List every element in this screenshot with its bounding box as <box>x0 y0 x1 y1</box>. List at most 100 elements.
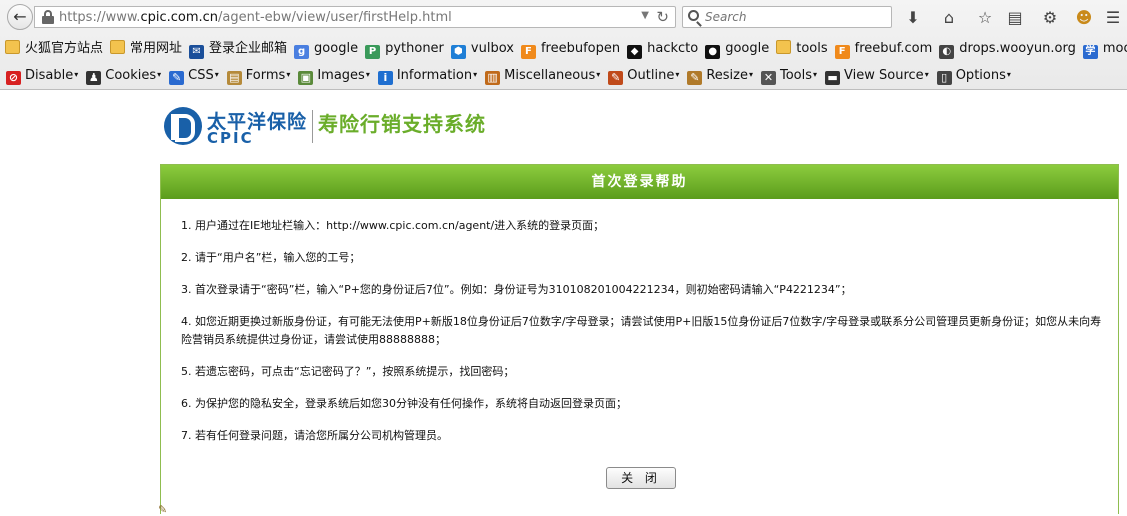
navigation-bar: ← https://www.cpic.com.cn/agent-ebw/view… <box>0 3 1127 31</box>
webdev-menu-0[interactable]: ⊘ Disable▾ <box>4 63 80 87</box>
page-content: 太平洋保险 CPIC 寿险行销支持系统 首次登录帮助 1. 用户通过在IE地址栏… <box>0 91 1127 516</box>
freebuf-icon: F <box>520 45 536 59</box>
wooyun-icon: ◐ <box>939 45 955 59</box>
lock-icon <box>41 10 55 24</box>
webdev-menu-3[interactable]: ▤ Forms▾ <box>225 63 293 87</box>
css-icon: ✎ <box>169 71 185 85</box>
webdev-menu-5[interactable]: i Information▾ <box>376 63 479 87</box>
webdev-menu-7[interactable]: ✎ Outline▾ <box>606 63 681 87</box>
reload-icon[interactable]: ↻ <box>656 8 669 26</box>
bookmark-label: pythoner <box>385 41 444 56</box>
resize-icon: ✎ <box>687 71 703 85</box>
webdev-menu-11[interactable]: ▯ Options▾ <box>935 63 1013 87</box>
bookmark-3[interactable]: g google <box>292 37 360 61</box>
search-box[interactable] <box>682 6 892 28</box>
webdev-menu-label: Miscellaneous <box>504 68 596 83</box>
caret-down-icon: ▾ <box>1006 70 1011 79</box>
download-icon[interactable]: ⬇ <box>902 7 924 29</box>
tools-icon: ✕ <box>761 71 776 85</box>
bookmark-11[interactable]: ◐ drops.wooyun.org <box>937 37 1078 61</box>
bookmark-8[interactable]: ● google <box>703 37 771 61</box>
information-icon: i <box>377 71 393 85</box>
web-developer-toolbar: ⊘ Disable▾ ♟ Cookies▾ ✎ CSS▾ ▤ Forms▾ ▣ Images▾ i I… <box>0 63 1127 87</box>
pencil-icon: ✎ <box>158 503 168 516</box>
google-icon: g <box>294 45 310 59</box>
caret-down-icon: ▾ <box>924 70 929 79</box>
python-icon: P <box>365 45 381 59</box>
help-item-2: 2. 请于“用户名”栏，输入您的工号； <box>181 251 361 264</box>
bookmark-1[interactable]: 常用网址 <box>108 37 184 61</box>
outline-icon: ✎ <box>608 71 624 85</box>
webdev-menu-label: View Source <box>844 68 924 83</box>
images-icon: ▣ <box>298 71 314 85</box>
bookmark-label: 登录企业邮箱 <box>209 41 288 56</box>
bookmark-0[interactable]: 火狐官方站点 <box>3 37 105 61</box>
caret-down-icon: ▾ <box>596 70 601 79</box>
chevron-down-icon[interactable]: ▼ <box>641 10 649 21</box>
bookmark-12[interactable]: 学 mooc <box>1081 37 1127 61</box>
disable-icon: ⊘ <box>6 71 21 85</box>
url-path: /agent-ebw/view/user/firstHelp.html <box>218 10 452 25</box>
bookmark-label: 火狐官方站点 <box>25 41 104 56</box>
menu-icon[interactable]: ☰ <box>1102 7 1124 29</box>
webdev-menu-1[interactable]: ♟ Cookies▾ <box>84 63 163 87</box>
options-icon: ▯ <box>936 71 952 85</box>
gear-icon[interactable]: ⚙ <box>1039 7 1061 29</box>
help-item-3: 3. 首次登录请于“密码”栏，输入“P+您的身份证后7位”。例如：身份证号为31… <box>181 283 852 296</box>
webdev-menu-10[interactable]: ▬ View Source▾ <box>823 63 931 87</box>
url-host: cpic.com.cn <box>140 10 219 25</box>
help-item-6: 6. 为保护您的隐私安全，登录系统后如您30分钟没有任何操作，系统将自动返回登录… <box>181 397 627 410</box>
webdev-menu-9[interactable]: ✕ Tools▾ <box>759 63 819 87</box>
webdev-menu-label: Options <box>955 68 1006 83</box>
bookmark-4[interactable]: Ppythoner <box>363 37 446 61</box>
addon-icon[interactable]: ☻ <box>1073 7 1095 29</box>
webdev-menu-label: Disable <box>25 68 74 83</box>
webdev-menu-8[interactable]: ✎ Resize▾ <box>685 63 755 87</box>
bookmark-label: drops.wooyun.org <box>959 41 1076 56</box>
bookmark-label: mooc <box>1102 41 1127 56</box>
github-icon: ● <box>705 45 721 59</box>
search-icon <box>688 10 699 21</box>
caret-down-icon: ▾ <box>157 70 162 79</box>
caret-down-icon: ▾ <box>748 70 753 79</box>
url-text[interactable]: https://www.cpic.com.cn/agent-ebw/view/u… <box>59 10 452 25</box>
view-source-icon: ▬ <box>825 71 841 85</box>
cpic-logo: 太平洋保险 CPIC 寿险行销支持系统 <box>164 107 564 147</box>
bookmark-label: freebufopen <box>540 41 621 56</box>
star-icon[interactable]: ☆ <box>974 7 996 29</box>
caret-down-icon: ▾ <box>813 70 818 79</box>
bookmark-2[interactable]: ✉ 登录企业邮箱 <box>187 37 289 61</box>
webdev-menu-6[interactable]: ▥ Miscellaneous▾ <box>483 63 602 87</box>
caret-down-icon: ▾ <box>214 70 219 79</box>
hackcto-icon: ◆ <box>627 45 643 59</box>
folder-icon <box>5 40 20 54</box>
webdev-menu-2[interactable]: ✎ CSS▾ <box>167 63 221 87</box>
webdev-menu-label: Tools <box>780 68 813 83</box>
caret-down-icon: ▾ <box>286 70 291 79</box>
mail-icon: ✉ <box>189 45 205 59</box>
bookmark-9[interactable]: tools <box>774 37 829 61</box>
bookmark-7[interactable]: ◆ hackcto <box>625 37 700 61</box>
search-input[interactable] <box>705 9 885 25</box>
help-panel: 首次登录帮助 1. 用户通过在IE地址栏输入：http://www.cpic.c… <box>160 164 1119 514</box>
reader-icon[interactable]: ▤ <box>1004 7 1026 29</box>
home-icon[interactable]: ⌂ <box>938 7 960 29</box>
webdev-menu-4[interactable]: ▣ Images▾ <box>296 63 372 87</box>
caret-down-icon: ▾ <box>365 70 370 79</box>
forms-icon: ▤ <box>226 71 242 85</box>
bookmark-10[interactable]: Ffreebuf.com <box>833 37 935 61</box>
url-bar[interactable]: https://www.cpic.com.cn/agent-ebw/view/u… <box>34 6 676 28</box>
webdev-menu-label: Information <box>396 68 473 83</box>
back-arrow-icon[interactable]: ← <box>7 4 33 30</box>
webdev-menu-label: Forms <box>245 68 286 83</box>
bookmark-6[interactable]: Ffreebufopen <box>519 37 622 61</box>
close-button[interactable]: 关 闭 <box>606 467 676 489</box>
webdev-menu-label: Images <box>317 68 365 83</box>
help-panel-title: 首次登录帮助 <box>161 165 1118 199</box>
cpic-logo-mark-icon <box>164 107 202 145</box>
miscellaneous-icon: ▥ <box>485 71 501 85</box>
help-list: 1. 用户通过在IE地址栏输入：http://www.cpic.com.cn/a… <box>181 217 1111 459</box>
bookmark-5[interactable]: ⬢ vulbox <box>449 37 516 61</box>
caret-down-icon: ▾ <box>74 70 79 79</box>
bookmark-label: freebuf.com <box>854 41 933 56</box>
